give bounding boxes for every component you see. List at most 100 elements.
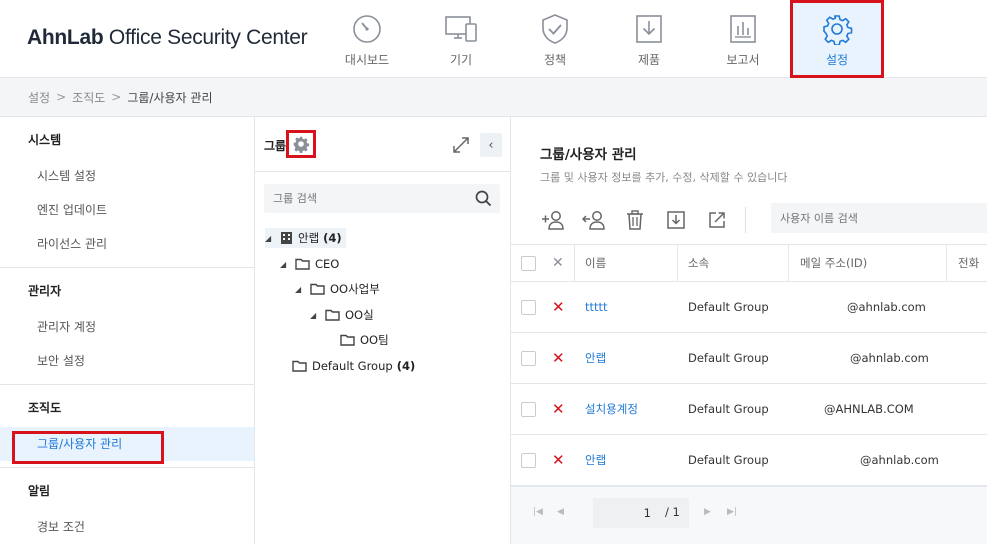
tree-node-team[interactable]: OO팀 — [340, 330, 389, 350]
import-button[interactable] — [663, 207, 689, 233]
nav-device[interactable]: 기기 — [414, 0, 508, 78]
next-page-icon[interactable]: ▶ — [704, 507, 711, 517]
sidebar-item-security-settings[interactable]: 보안 설정 — [0, 344, 254, 378]
tree-node-ceo[interactable]: ◢ CEO — [280, 254, 339, 274]
move-user-button[interactable] — [581, 207, 607, 233]
top-header: AhnLab Office Security Center 대시보드 기기 정책 — [0, 0, 987, 78]
sidebar-item-license[interactable]: 라이선스 관리 — [0, 227, 254, 261]
delete-x-icon[interactable]: ✕ — [552, 451, 565, 469]
user-table: ✕ 이름 소속 메일 주소(ID) 전화 ✕ ttttt Default Gro… — [511, 244, 987, 486]
user-search-input[interactable] — [771, 203, 971, 233]
column-divider — [788, 245, 789, 281]
breadcrumb-item[interactable]: 설정 — [28, 89, 50, 106]
sidebar-section-alert: 알림 경보 조건 — [0, 468, 254, 544]
user-name-link[interactable]: 안랩 — [585, 333, 606, 383]
tree-node-root[interactable]: ◢ 안랩 (4) — [265, 228, 346, 248]
folder-icon — [292, 360, 307, 372]
nav-label: 대시보드 — [344, 53, 390, 67]
group-search-input[interactable] — [264, 184, 464, 213]
nav-policy[interactable]: 정책 — [508, 0, 602, 78]
nav-settings[interactable]: 설정 — [790, 0, 884, 78]
tree-node-division[interactable]: ◢ OO사업부 — [295, 279, 380, 299]
tree-node-label: CEO — [315, 257, 340, 271]
product-download-icon — [632, 12, 666, 46]
app-logo[interactable]: AhnLab Office Security Center — [27, 26, 308, 50]
caret-down-icon[interactable]: ◢ — [310, 311, 320, 320]
main-content: 그룹/사용자 관리 그룹 및 사용자 정보를 추가, 수정, 삭제할 수 있습니… — [511, 117, 987, 544]
column-header-email[interactable]: 메일 주소(ID) — [800, 245, 867, 281]
last-page-icon[interactable]: ▶| — [727, 507, 737, 517]
tree-header: 그룹 ‹ — [255, 117, 510, 172]
delete-button[interactable] — [622, 207, 648, 233]
delete-column-cell: ✕ — [552, 245, 564, 281]
prev-page-icon[interactable]: ◀ — [557, 507, 564, 517]
pagination: |◀ ◀ 1 / 1 ▶ ▶| — [511, 486, 987, 544]
report-chart-icon — [726, 12, 760, 46]
collapse-panel-button[interactable]: ‹ — [480, 133, 502, 157]
tree-node-count: (4) — [323, 231, 342, 245]
group-settings-button[interactable] — [286, 130, 316, 158]
building-icon — [280, 231, 293, 245]
dashboard-gauge-icon — [350, 12, 384, 46]
column-header-group[interactable]: 소속 — [688, 245, 709, 281]
sidebar-item-system-settings[interactable]: 시스템 설정 — [0, 159, 254, 193]
user-group: Default Group — [688, 300, 769, 314]
column-header-phone[interactable]: 전화 — [958, 245, 979, 281]
user-email: @ahnlab.com — [847, 300, 926, 314]
nav-label: 기기 — [449, 53, 473, 67]
sidebar-section-title: 알림 — [28, 484, 51, 498]
table-row[interactable]: ✕ 안랩 Default Group @ahnlab.com — [511, 333, 987, 384]
add-user-icon — [542, 211, 564, 230]
nav-dashboard[interactable]: 대시보드 — [320, 0, 414, 78]
toolbar-divider — [745, 207, 746, 233]
user-search-field — [771, 203, 987, 233]
row-checkbox[interactable] — [521, 299, 536, 315]
first-page-icon[interactable]: |◀ — [533, 507, 543, 517]
folder-icon — [295, 258, 310, 270]
add-user-button[interactable] — [540, 207, 566, 233]
sidebar-section-org: 조직도 그룹/사용자 관리 — [0, 385, 254, 468]
caret-down-icon[interactable]: ◢ — [280, 260, 290, 269]
nav-report[interactable]: 보고서 — [696, 0, 790, 78]
user-name-link[interactable]: ttttt — [585, 282, 608, 332]
logo-brand: AhnLab — [27, 26, 104, 49]
row-checkbox[interactable] — [521, 452, 536, 468]
sidebar-item-group-user[interactable]: 그룹/사용자 관리 — [0, 427, 254, 464]
select-all-checkbox[interactable] — [521, 255, 536, 271]
user-name-link[interactable]: 안랩 — [585, 435, 606, 485]
table-row[interactable]: ✕ 안랩 Default Group @ahnlab.com — [511, 435, 987, 486]
row-select-cell — [521, 384, 536, 434]
delete-x-icon[interactable]: ✕ — [552, 298, 565, 316]
expand-icon[interactable] — [451, 135, 471, 155]
total-pages: / 1 — [665, 505, 680, 519]
export-button[interactable] — [704, 207, 730, 233]
column-header-name[interactable]: 이름 — [585, 245, 606, 281]
sidebar-item-engine-update[interactable]: 엔진 업데이트 — [0, 193, 254, 227]
nav-product[interactable]: 제품 — [602, 0, 696, 78]
user-group: Default Group — [688, 402, 769, 416]
table-row[interactable]: ✕ ttttt Default Group @ahnlab.com — [511, 282, 987, 333]
export-icon — [709, 212, 725, 228]
sidebar-item-admin-account[interactable]: 관리자 계정 — [0, 310, 254, 344]
sidebar-section-admin: 관리자 관리자 계정 보안 설정 — [0, 268, 254, 385]
sidebar-item-alert-conditions[interactable]: 경보 조건 — [0, 510, 254, 544]
row-checkbox[interactable] — [521, 350, 536, 366]
tree-node-office[interactable]: ◢ OO실 — [310, 305, 374, 325]
delete-x-icon[interactable]: ✕ — [552, 349, 565, 367]
row-select-cell — [521, 282, 536, 332]
caret-down-icon[interactable]: ◢ — [295, 285, 305, 294]
move-user-icon — [582, 211, 605, 230]
row-checkbox[interactable] — [521, 401, 536, 417]
row-delete-cell: ✕ — [552, 333, 565, 383]
highlight-box — [12, 431, 164, 464]
caret-down-icon[interactable]: ◢ — [265, 234, 275, 243]
tree-node-default-group[interactable]: Default Group (4) — [292, 356, 415, 376]
download-icon — [667, 211, 685, 229]
search-icon[interactable] — [475, 190, 492, 210]
breadcrumb-item[interactable]: 조직도 — [72, 89, 105, 106]
user-name-link[interactable]: 설치용계정 — [585, 384, 638, 434]
logo-product: Office Security Center — [108, 26, 308, 49]
table-row[interactable]: ✕ 설치용계정 Default Group @AHNLAB.COM — [511, 384, 987, 435]
policy-shield-icon — [538, 12, 572, 46]
delete-x-icon[interactable]: ✕ — [552, 400, 565, 418]
